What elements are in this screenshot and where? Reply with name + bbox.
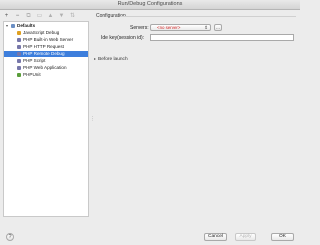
tree-item-label: PHP Remote Debug — [23, 51, 65, 56]
apply-button[interactable]: Apply — [235, 233, 256, 241]
tree-item-label: Defaults — [17, 23, 36, 28]
servers-selected-value: <no server> — [157, 25, 181, 30]
sort-icon[interactable]: ⇅ — [69, 13, 76, 20]
configuration-tree: ▾ Defaults JavaScript Debug PHP Built-in We… — [3, 21, 89, 217]
before-launch-label: Before launch — [98, 57, 128, 62]
disclosure-triangle-icon: ▸ — [94, 56, 97, 61]
servers-browse-button[interactable]: ... — [214, 24, 222, 31]
tree-item-label: PHPUnit — [23, 72, 41, 77]
cancel-button[interactable]: Cancel — [204, 233, 227, 241]
tree-item-label: PHP Web Application — [23, 65, 67, 70]
tree-item-label: JavaScript Debug — [23, 30, 60, 35]
servers-select[interactable]: <no server> ⇕ — [150, 24, 211, 31]
plus-icon[interactable]: + — [3, 13, 10, 20]
servers-label: Servers: — [130, 25, 149, 31]
tree-item-label: PHP HTTP Request — [23, 44, 64, 49]
tree-item[interactable]: PHP Script — [4, 58, 88, 64]
window-title: Run/Debug Configurations — [117, 1, 183, 7]
tree-item-label: PHP Built-in Web Server — [23, 37, 74, 42]
phpunit-icon — [17, 73, 21, 77]
tree-item[interactable]: PHP Remote Debug — [4, 51, 88, 57]
ide-key-input[interactable] — [150, 34, 294, 41]
javascript-debug-icon — [17, 31, 21, 35]
tree-item[interactable]: PHPUnit — [4, 72, 88, 78]
splitter[interactable]: ⋮ — [90, 21, 95, 217]
config-toolbar: + − ⧉ ▭ ▲ ▼ ⇅ — [3, 12, 76, 20]
tree-item[interactable]: ▾ Defaults — [4, 23, 88, 29]
section-separator — [120, 16, 296, 17]
tree-item[interactable]: PHP Built-in Web Server — [4, 37, 88, 43]
tree-item[interactable]: PHP Web Application — [4, 65, 88, 71]
folder-icon[interactable]: ▭ — [36, 13, 43, 20]
tree-item-label: PHP Script — [23, 58, 46, 63]
arrow-down-icon[interactable]: ▼ — [58, 13, 65, 20]
before-launch-toggle[interactable]: ▸ Before launch — [94, 56, 128, 62]
tree-item[interactable]: JavaScript Debug — [4, 30, 88, 36]
arrow-up-icon[interactable]: ▲ — [47, 13, 54, 20]
ide-key-label: Ide key(session id): — [101, 35, 145, 41]
help-button[interactable]: ? — [6, 233, 14, 241]
expand-triangle-icon[interactable]: ▾ — [6, 23, 8, 29]
php-builtin-server-icon — [17, 38, 21, 42]
run-debug-configurations-window: Run/Debug Configurations + − ⧉ ▭ ▲ ▼ ⇅ ▾ Defaul… — [0, 0, 300, 245]
copy-icon[interactable]: ⧉ — [25, 13, 32, 20]
tree-item[interactable]: PHP HTTP Request — [4, 44, 88, 50]
title-bar: Run/Debug Configurations — [0, 0, 300, 10]
php-script-icon — [17, 59, 21, 63]
minus-icon[interactable]: − — [14, 13, 21, 20]
php-http-request-icon — [17, 45, 21, 49]
splitter-grip-icon: ⋮ — [90, 116, 95, 122]
defaults-icon — [11, 24, 15, 28]
php-remote-debug-icon — [17, 52, 21, 56]
chevron-updown-icon: ⇕ — [204, 25, 208, 30]
php-web-application-icon — [17, 66, 21, 70]
ok-button[interactable]: OK — [271, 233, 294, 241]
